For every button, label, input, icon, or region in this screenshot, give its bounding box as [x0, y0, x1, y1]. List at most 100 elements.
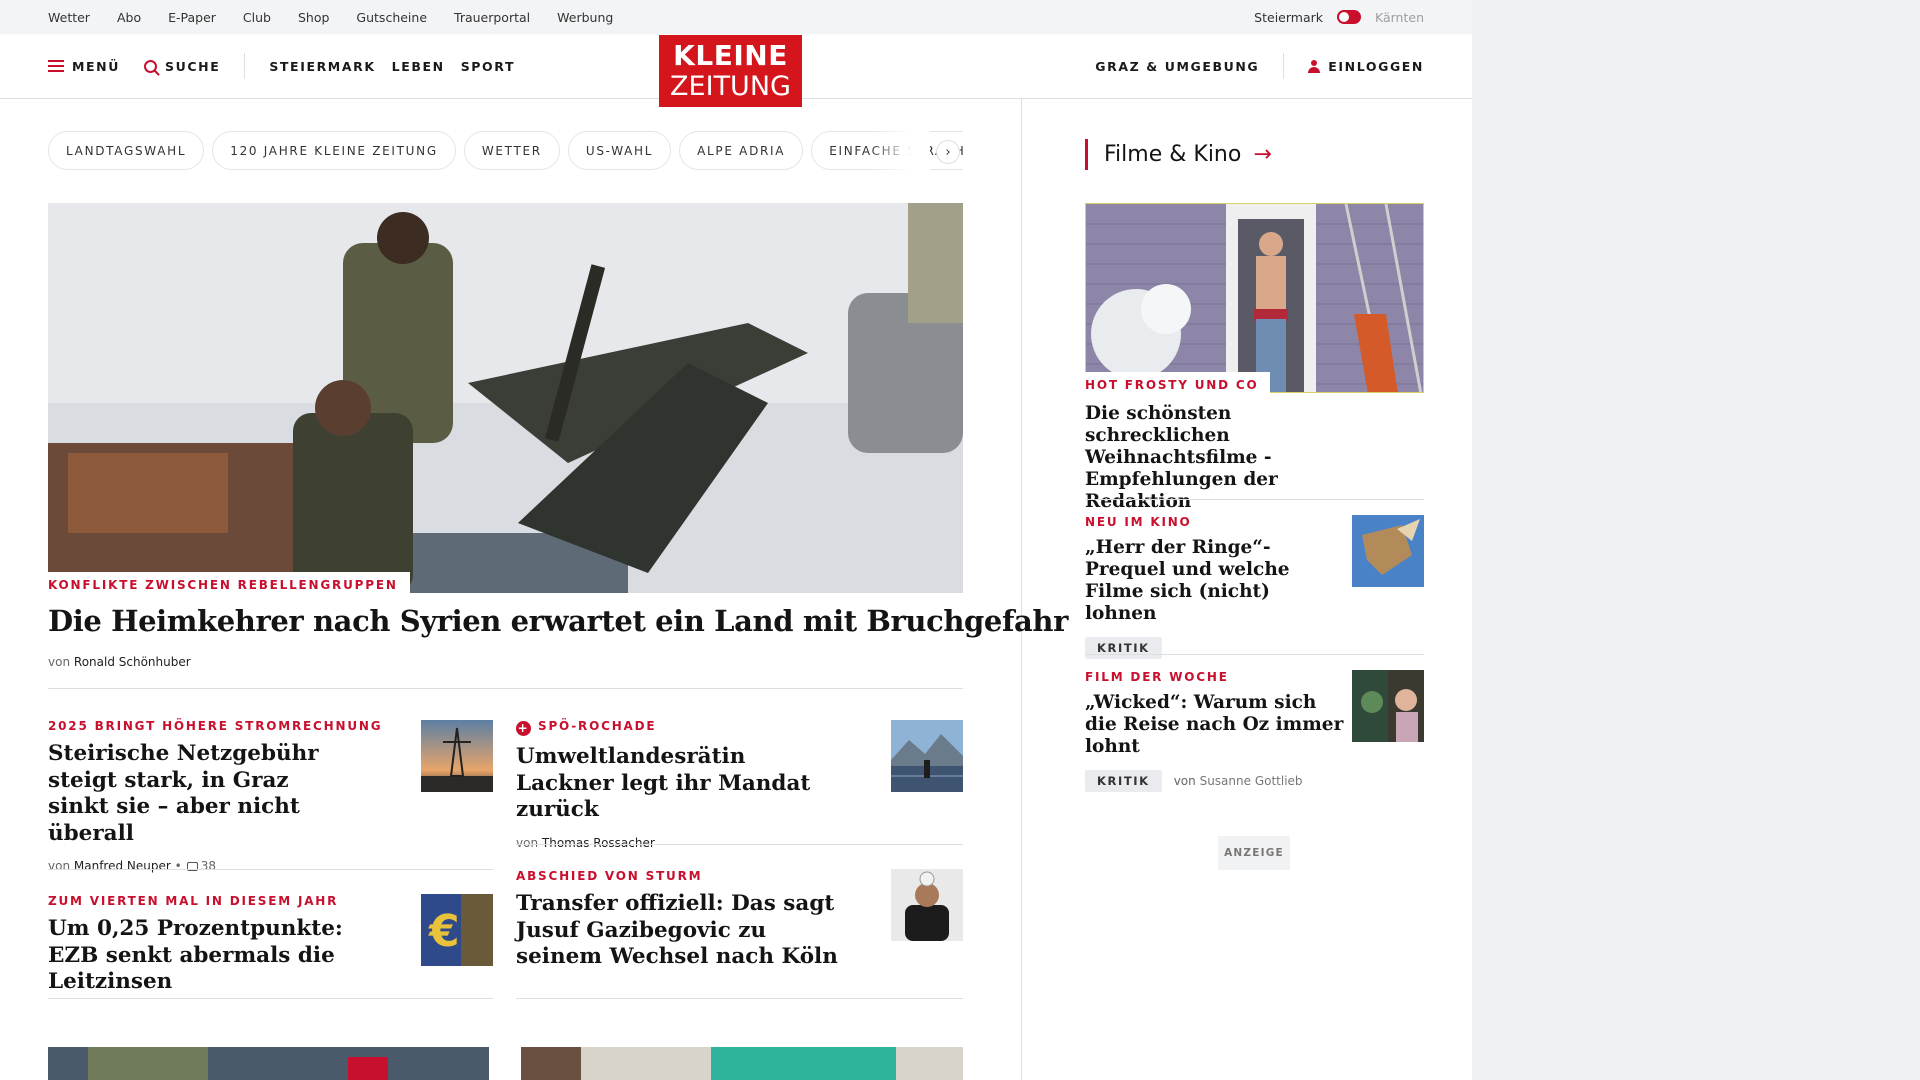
sidebar-divider-1 — [1085, 499, 1424, 500]
sidebar-item-herr-der-ringe[interactable]: NEU IM KINO „Herr der Ringe“-Prequel und… — [1085, 515, 1335, 659]
region-link-graz[interactable]: GRAZ & UMGEBUNG — [1095, 59, 1259, 74]
teaser-byline: von Thomas Rossacher — [516, 836, 836, 850]
arrow-right-icon: → — [1253, 142, 1272, 167]
hero-byline: von Ronald Schönhuber — [48, 655, 191, 669]
utility-links: Wetter Abo E-Paper Club Shop Gutscheine … — [48, 0, 613, 34]
chip-alpe-adria[interactable]: ALPE ADRIA — [679, 131, 804, 170]
column-divider — [1021, 99, 1022, 1080]
teaser-bottom-divider-right — [516, 998, 963, 999]
sidebar-lead-image[interactable] — [1085, 203, 1424, 393]
page: Wetter Abo E-Paper Club Shop Gutscheine … — [0, 0, 1472, 1080]
mountain-solar-image — [891, 720, 963, 792]
utility-link-gutscheine[interactable]: Gutscheine — [356, 10, 427, 25]
utility-link-shop[interactable]: Shop — [298, 10, 329, 25]
region-kaernten[interactable]: Kärnten — [1375, 10, 1424, 25]
kritik-badge: KRITIK — [1085, 770, 1162, 792]
teaser-author[interactable]: Manfred Neuper — [74, 859, 171, 873]
sidebar-item-title[interactable]: „Wicked“: Warum sich die Reise nach Oz i… — [1085, 692, 1345, 758]
header-divider-right — [1283, 53, 1285, 79]
search-label: SUCHE — [165, 58, 221, 74]
nav-leben[interactable]: LEBEN — [392, 59, 445, 74]
teaser-lackner[interactable]: + SPÖ-ROCHADE Umweltlandesrätin Lackner l… — [516, 719, 836, 850]
login-label: EINLOGGEN — [1328, 58, 1424, 74]
login-button[interactable]: EINLOGGEN — [1308, 59, 1424, 74]
logo-line-1: KLEINE — [673, 39, 788, 72]
teaser-netzgebuehr[interactable]: 2025 BRINGT HÖHERE STROMRECHNUNG Steiris… — [48, 719, 383, 873]
eagle-sky-image — [1352, 515, 1424, 587]
sidebar-lead-title[interactable]: Die schönsten schrecklichen Weihnachtsfi… — [1085, 403, 1375, 513]
utility-link-trauerportal[interactable]: Trauerportal — [454, 10, 530, 25]
teaser-title[interactable]: Transfer offiziell: Das sagt Jusuf Gazib… — [516, 891, 846, 971]
byline-prefix: von — [48, 655, 71, 669]
teaser-kicker-text: SPÖ-ROCHADE — [538, 719, 657, 733]
next-article-photo-right — [521, 1047, 963, 1080]
header-right: GRAZ & UMGEBUNG EINLOGGEN — [1095, 34, 1424, 98]
menu-button[interactable]: MENÜ — [48, 59, 120, 74]
sidebar-item-author[interactable]: Susanne Gottlieb — [1200, 774, 1303, 788]
chip-us-wahl[interactable]: US-WAHL — [567, 131, 672, 170]
logo-line-2: ZEITUNG — [670, 71, 791, 102]
chip-120-jahre[interactable]: 120 JAHRE KLEINE ZEITUNG — [212, 131, 456, 170]
utility-link-epaper[interactable]: E-Paper — [168, 10, 216, 25]
search-icon — [144, 59, 157, 73]
teaser-thumb-pylon[interactable] — [421, 720, 493, 792]
sidebar-item-kicker: NEU IM KINO — [1085, 515, 1192, 529]
teaser-bottom-divider-left — [48, 998, 493, 999]
topic-chips: LANDTAGSWAHL 120 JAHRE KLEINE ZEITUNG WE… — [48, 131, 963, 171]
sidebar-thumb-eagle[interactable] — [1352, 515, 1424, 587]
region-switch: Steiermark Kärnten — [1254, 0, 1424, 34]
byline-prefix: von — [516, 835, 539, 850]
chip-wetter[interactable]: WETTER — [463, 131, 560, 170]
teaser-thumb-mountain[interactable] — [891, 720, 963, 792]
sidebar-item-byline: von Susanne Gottlieb — [1174, 774, 1303, 788]
sidebar-item-wicked[interactable]: FILM DER WOCHE „Wicked“: Warum sich die … — [1085, 670, 1345, 792]
region-toggle[interactable] — [1337, 10, 1361, 24]
teaser-author[interactable]: Thomas Rossacher — [542, 836, 655, 850]
hero-title[interactable]: Die Heimkehrer nach Syrien erwartet ein … — [48, 601, 1068, 641]
teaser-kicker: ABSCHIED VON STURM — [516, 869, 703, 883]
teaser-kicker: 2025 BRINGT HÖHERE STROMRECHNUNG — [48, 719, 383, 733]
chevron-right-icon[interactable]: › — [936, 140, 960, 164]
chips-fade — [870, 131, 930, 171]
sidebar-item-kicker: FILM DER WOCHE — [1085, 670, 1229, 684]
byline-separator: • — [174, 859, 182, 873]
comment-count[interactable]: 38 — [201, 859, 216, 873]
section-filme-kino[interactable]: Filme & Kino → — [1085, 139, 1272, 170]
nav-sport[interactable]: SPORT — [461, 59, 515, 74]
teaser-title[interactable]: Steirische Netzgebühr steigt stark, in G… — [48, 741, 348, 847]
next-article-image-right[interactable] — [521, 1047, 963, 1080]
menu-label: MENÜ — [72, 58, 120, 74]
teaser-title[interactable]: Um 0,25 Prozentpunkte: EZB senkt abermal… — [48, 916, 378, 996]
kleine-zeitung-logo[interactable]: KLEINE ZEITUNG — [659, 35, 802, 107]
utility-link-club[interactable]: Club — [243, 10, 271, 25]
kritik-badge: KRITIK — [1085, 637, 1162, 659]
svg-text:€: € — [428, 906, 460, 957]
chip-landtagswahl[interactable]: LANDTAGSWAHL — [48, 131, 205, 170]
sidebar-thumb-wicked[interactable] — [1352, 670, 1424, 742]
next-article-image-left[interactable] — [48, 1047, 489, 1080]
user-icon — [1308, 59, 1321, 73]
hero-image[interactable] — [48, 203, 963, 593]
region-steiermark[interactable]: Steiermark — [1254, 10, 1323, 25]
teaser-kicker: + SPÖ-ROCHADE — [516, 719, 836, 736]
utility-link-wetter[interactable]: Wetter — [48, 10, 90, 25]
hero-divider — [48, 688, 963, 689]
byline-prefix: von — [1173, 774, 1196, 788]
hero-kicker: KONFLIKTE ZWISCHEN REBELLENGRUPPEN — [48, 572, 410, 593]
teaser-kicker: ZUM VIERTEN MAL IN DIESEM JAHR — [48, 894, 339, 908]
teaser-divider-left — [48, 869, 493, 870]
teaser-title[interactable]: Umweltlandesrätin Lackner legt ihr Manda… — [516, 744, 836, 824]
utility-link-werbung[interactable]: Werbung — [557, 10, 613, 25]
teaser-gazibegovic[interactable]: ABSCHIED VON STURM Transfer offiziell: D… — [516, 869, 846, 971]
nav-steiermark[interactable]: STEIERMARK — [269, 59, 375, 74]
byline-prefix: von — [48, 859, 71, 873]
sidebar-item-title[interactable]: „Herr der Ringe“-Prequel und welche Film… — [1085, 537, 1335, 625]
search-button[interactable]: SUCHE — [144, 59, 220, 74]
teaser-ezb[interactable]: ZUM VIERTEN MAL IN DIESEM JAHR Um 0,25 P… — [48, 894, 378, 996]
teaser-thumb-player[interactable] — [891, 869, 963, 941]
hero-author[interactable]: Ronald Schönhuber — [74, 655, 191, 669]
header-divider — [244, 53, 246, 79]
utility-link-abo[interactable]: Abo — [117, 10, 141, 25]
teaser-divider-right — [516, 844, 963, 845]
teaser-thumb-euro[interactable]: € — [421, 894, 493, 966]
